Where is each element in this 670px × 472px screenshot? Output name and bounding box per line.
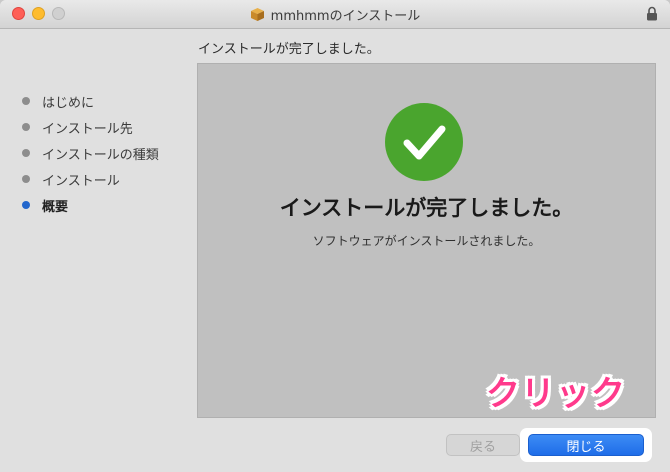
step-dot-active: [22, 201, 30, 209]
step-dot: [22, 97, 30, 105]
window-title: mmhmmのインストール: [270, 8, 421, 24]
step-destination: インストール先: [22, 114, 159, 140]
step-label: はじめに: [42, 95, 95, 111]
title-bar: mmhmmのインストール: [0, 0, 670, 29]
success-checkmark-icon: [385, 103, 463, 181]
step-dot: [22, 149, 30, 157]
window-title-area: mmhmmのインストール: [0, 0, 670, 28]
step-label: 概要: [42, 199, 69, 215]
content-panel: インストールが完了しました。 ソフトウェアがインストールされました。: [197, 63, 656, 418]
completion-subtitle: ソフトウェアがインストールされました。: [312, 234, 541, 248]
step-label: インストールの種類: [42, 147, 159, 163]
step-sidebar: はじめに インストール先 インストールの種類 インストール 概要: [22, 88, 159, 218]
package-icon: [250, 7, 265, 21]
step-dot: [22, 123, 30, 131]
click-annotation: クリック: [486, 374, 626, 414]
completion-title: インストールが完了しました。: [279, 196, 574, 220]
step-summary: 概要: [22, 192, 159, 218]
step-label: インストール: [42, 173, 120, 189]
step-label: インストール先: [42, 121, 133, 137]
page-heading: インストールが完了しました。: [198, 42, 380, 57]
close-button[interactable]: 閉じる: [528, 434, 644, 456]
step-dot: [22, 175, 30, 183]
lock-icon: [646, 6, 658, 21]
step-installation-type: インストールの種類: [22, 140, 159, 166]
step-introduction: はじめに: [22, 88, 159, 114]
installer-window: mmhmmのインストール インストールが完了しました。 はじめに インストール先…: [0, 0, 670, 472]
step-installation: インストール: [22, 166, 159, 192]
back-button[interactable]: 戻る: [446, 434, 520, 456]
